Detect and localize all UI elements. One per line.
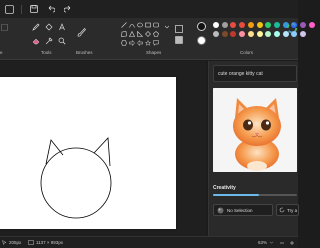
creativity-slider[interactable]	[213, 194, 297, 196]
generated-image[interactable]	[213, 88, 297, 172]
shapes-dropdown-chevron-icon[interactable]	[162, 22, 171, 31]
try-again-button[interactable]: Try a	[276, 204, 299, 216]
canvas-size-text: 1137 × 993px	[36, 240, 64, 245]
workspace	[0, 61, 206, 236]
creativity-slider-fill	[213, 194, 260, 196]
drawing-canvas[interactable]	[0, 77, 176, 229]
magnifier-icon[interactable]	[57, 36, 66, 45]
color-wheel-icon[interactable]	[286, 22, 297, 33]
selection-icon[interactable]	[0, 23, 9, 32]
style-dropdown[interactable]: No Selection	[213, 204, 273, 216]
rounded-rectangle-shape-icon[interactable]	[153, 22, 159, 28]
group-label-brushes: Brushes	[76, 50, 93, 55]
line-shape-icon[interactable]	[121, 22, 127, 28]
palette-color-swatch[interactable]	[247, 22, 254, 28]
zoom-dropdown-chevron-icon[interactable]	[269, 240, 274, 245]
hexagon-shape-icon[interactable]	[121, 40, 127, 46]
canvas-size: 1137 × 993px	[28, 240, 63, 245]
creativity-label: Creativity	[213, 185, 236, 191]
generated-kitten-picture	[213, 88, 297, 172]
group-label-tools: Tools	[41, 50, 52, 55]
fill-icon[interactable]	[44, 22, 53, 31]
cat-sketch	[40, 137, 112, 219]
star-shape-icon[interactable]	[145, 40, 151, 46]
palette-color-swatch[interactable]	[239, 22, 246, 28]
brush-icon[interactable]	[75, 26, 87, 38]
pentagon-shape-icon[interactable]	[153, 31, 159, 37]
text-icon[interactable]	[57, 22, 66, 31]
palette-color-swatch[interactable]	[256, 31, 263, 37]
palette-color-swatch[interactable]	[230, 22, 237, 28]
status-bar: 205px 1137 × 993px 63%	[0, 236, 298, 248]
rectangle-shape-icon[interactable]	[145, 22, 151, 28]
palette-color-swatch[interactable]	[256, 22, 263, 28]
prompt-input[interactable]: cute orange kitty cat	[213, 65, 297, 82]
paint-app-icon	[4, 4, 15, 15]
shape-outline-icon[interactable]	[174, 24, 183, 33]
left-arrow-shape-icon[interactable]	[137, 40, 143, 46]
palette-color-swatch[interactable]	[230, 31, 237, 37]
try-again-label: Try a	[287, 207, 298, 213]
canvas-size-icon	[28, 240, 34, 245]
diamond-shape-icon[interactable]	[145, 31, 151, 37]
zoom-in-icon[interactable]	[289, 240, 295, 246]
palette-color-swatch[interactable]	[273, 31, 280, 37]
cursor-position-text: 205px	[9, 240, 22, 245]
undo-icon[interactable]	[45, 4, 56, 15]
palette-color-swatch[interactable]	[300, 31, 306, 37]
cocreator-panel: cute orange kitty cat Creativity No Sele…	[208, 61, 299, 236]
style-icon	[217, 207, 224, 213]
palette-color-swatch[interactable]	[300, 22, 306, 28]
group-label-colors: Colors	[240, 50, 254, 55]
palette-color-swatch[interactable]	[213, 31, 219, 37]
zoom-out-icon[interactable]	[279, 240, 285, 246]
title-divider	[21, 4, 22, 14]
save-icon[interactable]	[28, 4, 39, 15]
palette-color-swatch[interactable]	[308, 22, 315, 28]
palette-color-swatch[interactable]	[213, 22, 219, 28]
try-icon	[279, 207, 285, 213]
right-arrow-shape-icon[interactable]	[129, 40, 135, 46]
pencil-icon[interactable]	[31, 22, 40, 31]
ribbon-toolbar: e Tools Brushes Shapes Colors	[0, 18, 315, 60]
pointer-icon	[2, 240, 7, 245]
title-bar	[0, 0, 298, 18]
palette-color-swatch[interactable]	[221, 22, 228, 28]
group-label-image: e	[0, 50, 3, 55]
shape-fill-icon[interactable]	[174, 35, 183, 44]
color-picker-icon[interactable]	[44, 36, 53, 45]
group-label-shapes: Shapes	[146, 50, 162, 55]
zoom-control[interactable]: 63%	[258, 240, 274, 245]
primary-color-swatch[interactable]	[197, 22, 206, 31]
palette-color-swatch[interactable]	[273, 22, 280, 28]
palette-color-swatch[interactable]	[221, 31, 228, 37]
style-dropdown-value: No Selection	[227, 207, 253, 213]
eraser-icon[interactable]	[31, 36, 40, 45]
zoom-level[interactable]: 63%	[258, 240, 267, 245]
palette-color-swatch[interactable]	[265, 22, 272, 28]
triangle-shape-icon[interactable]	[129, 31, 135, 37]
curve-shape-icon[interactable]	[129, 22, 135, 28]
polygon-shape-icon[interactable]	[121, 31, 127, 37]
palette-color-swatch[interactable]	[239, 31, 246, 37]
oval-shape-icon[interactable]	[137, 22, 143, 28]
secondary-color-swatch[interactable]	[197, 36, 206, 45]
palette-color-swatch[interactable]	[247, 31, 254, 37]
cursor-position: 205px	[2, 240, 21, 245]
redo-icon[interactable]	[62, 4, 73, 15]
palette-color-swatch[interactable]	[265, 31, 272, 37]
callout-shape-icon[interactable]	[153, 40, 159, 46]
right-triangle-shape-icon[interactable]	[137, 31, 143, 37]
